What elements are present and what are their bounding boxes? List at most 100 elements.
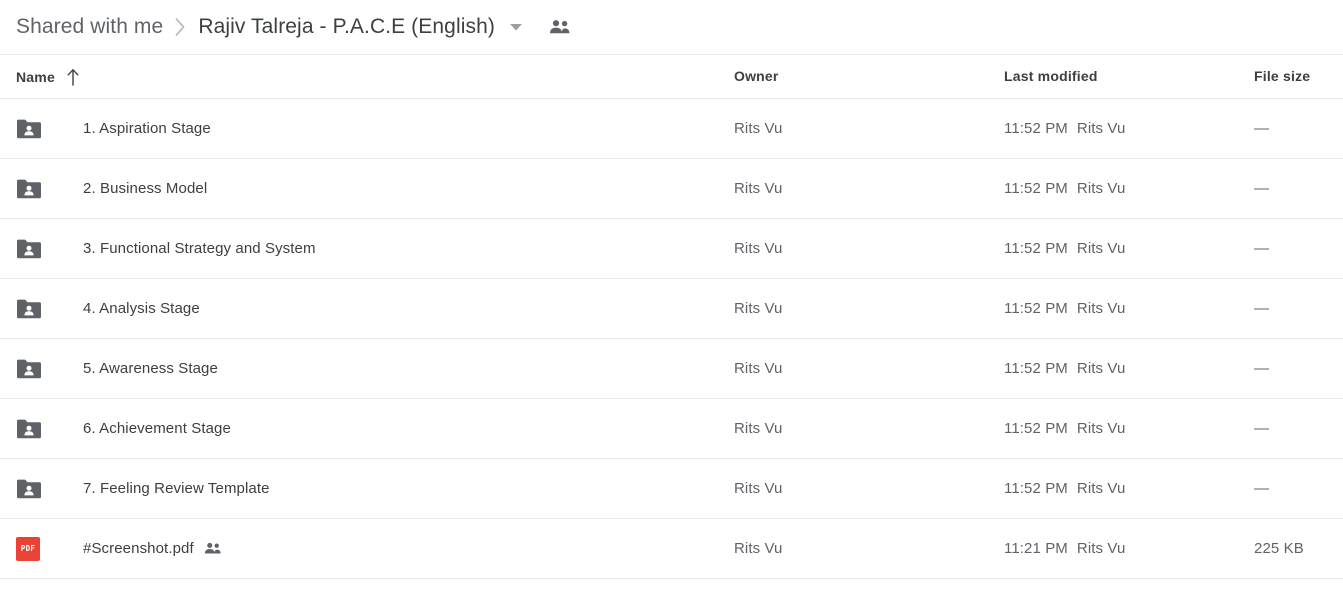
file-name-label[interactable]: #Screenshot.pdf bbox=[83, 540, 194, 557]
breadcrumb-current-folder[interactable]: Rajiv Talreja - P.A.C.E (English) bbox=[198, 15, 495, 39]
last-modified-group: 11:52 PM Rits Vu bbox=[1004, 420, 1254, 437]
owner-label: Rits Vu bbox=[734, 119, 783, 137]
file-size-label: — bbox=[1254, 419, 1270, 437]
column-header-last-modified-label: Last modified bbox=[1004, 67, 1098, 84]
breadcrumb-parent-link[interactable]: Shared with me bbox=[16, 15, 163, 39]
cell-file-size: — bbox=[1254, 300, 1343, 318]
file-name-label[interactable]: 5. Awareness Stage bbox=[83, 360, 218, 377]
cell-last-modified: 11:21 PM Rits Vu bbox=[1004, 540, 1254, 557]
shared-folder-icon bbox=[16, 178, 48, 200]
column-header-last-modified[interactable]: Last modified bbox=[1004, 68, 1254, 86]
cell-owner: Rits Vu bbox=[734, 180, 1004, 198]
cell-name[interactable]: PDF #Screenshot.pdf bbox=[0, 536, 734, 561]
cell-owner: Rits Vu bbox=[734, 120, 1004, 138]
last-modified-group: 11:52 PM Rits Vu bbox=[1004, 180, 1254, 197]
column-header-name[interactable]: Name bbox=[0, 68, 734, 86]
file-list-table: Name Owner Last modified File size 1. As… bbox=[0, 55, 1343, 579]
file-name-label[interactable]: 7. Feeling Review Template bbox=[83, 480, 270, 497]
last-modified-group: 11:52 PM Rits Vu bbox=[1004, 300, 1254, 317]
cell-last-modified: 11:52 PM Rits Vu bbox=[1004, 360, 1254, 377]
owner-label: Rits Vu bbox=[734, 179, 783, 197]
last-modified-group: 11:21 PM Rits Vu bbox=[1004, 540, 1254, 557]
cell-last-modified: 11:52 PM Rits Vu bbox=[1004, 480, 1254, 497]
table-row[interactable]: 4. Analysis Stage Rits Vu 11:52 PM Rits Vu — bbox=[0, 279, 1343, 339]
cell-name[interactable]: 5. Awareness Stage bbox=[0, 358, 734, 380]
cell-name[interactable]: 2. Business Model bbox=[0, 178, 734, 200]
chevron-right-icon bbox=[174, 16, 187, 38]
shared-folder-icon bbox=[16, 118, 48, 140]
cell-file-size: — bbox=[1254, 360, 1343, 378]
shared-folder-icon bbox=[16, 298, 48, 320]
cell-name[interactable]: 1. Aspiration Stage bbox=[0, 118, 734, 140]
file-name-label[interactable]: 1. Aspiration Stage bbox=[83, 120, 211, 137]
name-sort-control[interactable]: Name bbox=[16, 68, 80, 86]
cell-owner: Rits Vu bbox=[734, 240, 1004, 258]
last-modified-time: 11:52 PM bbox=[1004, 480, 1068, 497]
last-modified-time: 11:52 PM bbox=[1004, 360, 1068, 377]
shared-folder-icon bbox=[16, 358, 48, 380]
cell-name[interactable]: 4. Analysis Stage bbox=[0, 298, 734, 320]
shared-folder-icon bbox=[16, 478, 48, 500]
file-name-label[interactable]: 6. Achievement Stage bbox=[83, 420, 231, 437]
file-name-label[interactable]: 2. Business Model bbox=[83, 180, 207, 197]
last-modified-by: Rits Vu bbox=[1076, 120, 1126, 137]
last-modified-by: Rits Vu bbox=[1076, 540, 1126, 557]
people-icon[interactable] bbox=[549, 19, 571, 35]
column-header-owner[interactable]: Owner bbox=[734, 68, 1004, 86]
owner-label: Rits Vu bbox=[734, 359, 783, 377]
column-header-file-size-label: File size bbox=[1254, 67, 1311, 84]
last-modified-time: 11:52 PM bbox=[1004, 180, 1068, 197]
cell-file-size: — bbox=[1254, 180, 1343, 198]
table-row[interactable]: 1. Aspiration Stage Rits Vu 11:52 PM Rits V… bbox=[0, 99, 1343, 159]
last-modified-group: 11:52 PM Rits Vu bbox=[1004, 120, 1254, 137]
owner-label: Rits Vu bbox=[734, 239, 783, 257]
cell-name[interactable]: 3. Functional Strategy and System bbox=[0, 238, 734, 260]
file-name-label[interactable]: 3. Functional Strategy and System bbox=[83, 240, 316, 257]
last-modified-by: Rits Vu bbox=[1076, 480, 1126, 497]
table-row[interactable]: 5. Awareness Stage Rits Vu 11:52 PM Rits Vu… bbox=[0, 339, 1343, 399]
cell-last-modified: 11:52 PM Rits Vu bbox=[1004, 240, 1254, 257]
last-modified-group: 11:52 PM Rits Vu bbox=[1004, 240, 1254, 257]
last-modified-by: Rits Vu bbox=[1076, 240, 1126, 257]
cell-file-size: — bbox=[1254, 420, 1343, 438]
table-row[interactable]: 3. Functional Strategy and System Rits Vu… bbox=[0, 219, 1343, 279]
breadcrumb-bar: Shared with me Rajiv Talreja - P.A.C.E (… bbox=[0, 0, 1343, 55]
cell-last-modified: 11:52 PM Rits Vu bbox=[1004, 120, 1254, 137]
last-modified-group: 11:52 PM Rits Vu bbox=[1004, 360, 1254, 377]
cell-owner: Rits Vu bbox=[734, 480, 1004, 498]
last-modified-time: 11:21 PM bbox=[1004, 540, 1068, 557]
cell-owner: Rits Vu bbox=[734, 540, 1004, 558]
file-size-label: — bbox=[1254, 179, 1270, 197]
cell-file-size: 225 KB bbox=[1254, 540, 1343, 558]
table-row[interactable]: 7. Feeling Review Template Rits Vu 11:52 P… bbox=[0, 459, 1343, 519]
column-header-file-size[interactable]: File size bbox=[1254, 68, 1343, 86]
file-name-label[interactable]: 4. Analysis Stage bbox=[83, 300, 200, 317]
file-size-label: 225 KB bbox=[1254, 539, 1304, 557]
last-modified-by: Rits Vu bbox=[1076, 360, 1126, 377]
table-row[interactable]: 6. Achievement Stage Rits Vu 11:52 PM Rits … bbox=[0, 399, 1343, 459]
cell-owner: Rits Vu bbox=[734, 360, 1004, 378]
last-modified-by: Rits Vu bbox=[1076, 180, 1126, 197]
owner-label: Rits Vu bbox=[734, 539, 783, 557]
cell-last-modified: 11:52 PM Rits Vu bbox=[1004, 420, 1254, 437]
file-size-label: — bbox=[1254, 239, 1270, 257]
pdf-file-icon: PDF bbox=[16, 536, 48, 561]
table-row[interactable]: 2. Business Model Rits Vu 11:52 PM Rits Vu — bbox=[0, 159, 1343, 219]
last-modified-time: 11:52 PM bbox=[1004, 120, 1068, 137]
table-body: 1. Aspiration Stage Rits Vu 11:52 PM Rits V… bbox=[0, 99, 1343, 579]
table-row[interactable]: PDF #Screenshot.pdf Rits Vu 11:21 PM Rits Vu… bbox=[0, 519, 1343, 579]
cell-file-size: — bbox=[1254, 480, 1343, 498]
pdf-icon-label: PDF bbox=[20, 543, 36, 553]
shared-folder-icon bbox=[16, 418, 48, 440]
last-modified-time: 11:52 PM bbox=[1004, 240, 1068, 257]
cell-name[interactable]: 7. Feeling Review Template bbox=[0, 478, 734, 500]
pdf-icon-box: PDF bbox=[16, 536, 40, 561]
owner-label: Rits Vu bbox=[734, 479, 783, 497]
cell-owner: Rits Vu bbox=[734, 300, 1004, 318]
arrow-up-icon[interactable] bbox=[66, 68, 80, 86]
cell-name[interactable]: 6. Achievement Stage bbox=[0, 418, 734, 440]
column-header-name-label: Name bbox=[16, 68, 55, 85]
last-modified-by: Rits Vu bbox=[1076, 300, 1126, 317]
table-header-row: Name Owner Last modified File size bbox=[0, 55, 1343, 99]
chevron-down-icon[interactable] bbox=[509, 20, 523, 34]
